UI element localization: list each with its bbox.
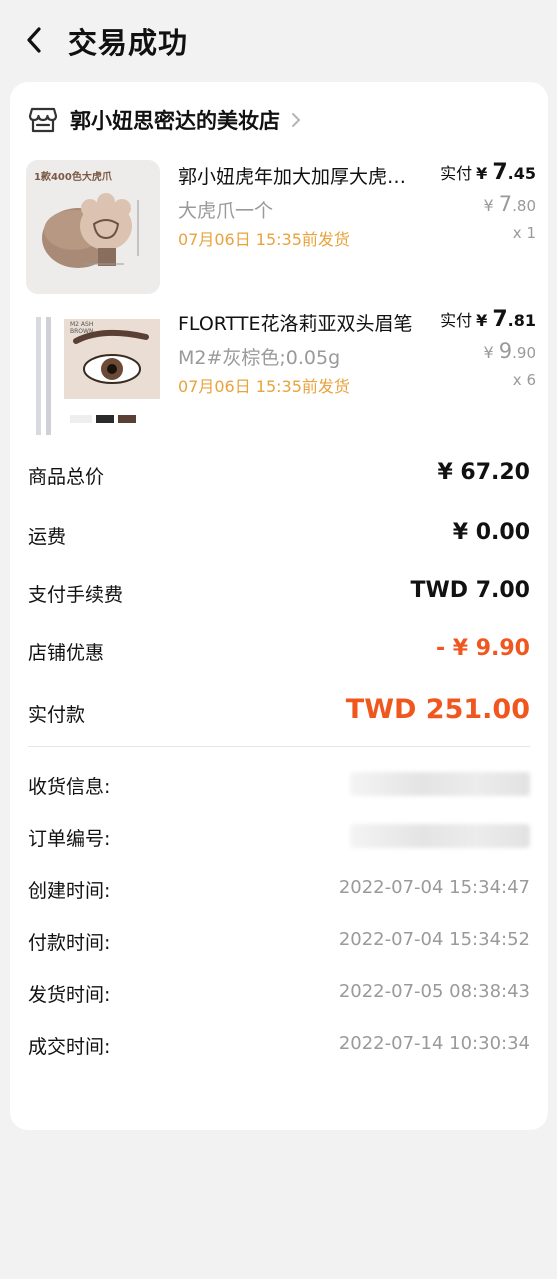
shipped-time-row: 发货时间: 2022-07-05 08:38:43: [28, 981, 530, 1006]
original-price: ¥ 9.90: [483, 339, 536, 363]
redacted-address: [350, 772, 530, 796]
divider: [28, 746, 530, 747]
thumbnail-caption: 1款400色大虎爪: [34, 172, 112, 183]
order-number-row[interactable]: 订单编号:: [28, 820, 530, 856]
created-time-row: 创建时间: 2022-07-04 15:34:47: [28, 877, 530, 902]
back-button[interactable]: [18, 24, 50, 56]
item-title: FLORTTE花洛莉亚双头眉笔: [178, 313, 413, 335]
shipping-info-row[interactable]: 收货信息:: [28, 768, 530, 804]
payment-fee-row: 支付手续费 TWD 7.00: [28, 578, 530, 606]
thumbnail-caption: M2 ASH BROWN: [70, 321, 94, 335]
order-card: 郭小妞思密达的美妆店 1款400色大虎爪 郭小妞虎年加大加厚大虎爪美妆蛋: [10, 82, 548, 1130]
item-spec: M2#灰棕色;0.05g: [178, 347, 341, 369]
product-thumbnail[interactable]: M2 ASH BROWN: [26, 307, 160, 441]
actual-price: 实付 ¥ 7.45: [440, 160, 536, 185]
product-thumbnail[interactable]: 1款400色大虎爪: [26, 160, 160, 294]
order-item[interactable]: M2 ASH BROWN FLORTTE花洛莉亚双头眉笔 M2#灰棕色;0.05…: [26, 307, 536, 441]
shop-discount-row: 店铺优惠 - ¥ 9.90: [28, 636, 530, 664]
chevron-right-icon: [292, 113, 301, 127]
shop-name: 郭小妞思密达的美妆店: [70, 109, 280, 133]
created-time-value: 2022-07-04 15:34:47: [338, 877, 530, 898]
order-item[interactable]: 1款400色大虎爪 郭小妞虎年加大加厚大虎爪美妆蛋 大虎爪一个 07月06日 1…: [26, 160, 536, 294]
goods-total-value: ¥ 67.20: [437, 460, 530, 485]
payment-fee-value: TWD 7.00: [410, 578, 530, 603]
amount-paid-row: 实付款 TWD 251.00: [28, 694, 530, 726]
redacted-order-number: [350, 824, 530, 848]
shipping-value: ¥ 0.00: [452, 520, 530, 545]
shop-link[interactable]: 郭小妞思密达的美妆店: [28, 102, 302, 138]
ship-deadline: 07月06日 15:35前发货: [178, 377, 350, 396]
shipping-row: 运费 ¥ 0.00: [28, 520, 530, 548]
item-quantity: x 1: [512, 224, 536, 242]
shop-discount-value: - ¥ 9.90: [435, 636, 530, 661]
amount-paid-value: TWD 251.00: [345, 694, 530, 725]
payment-time-value: 2022-07-04 15:34:52: [338, 929, 530, 950]
actual-price: 实付 ¥ 7.81: [440, 307, 536, 332]
item-spec: 大虎爪一个: [178, 200, 274, 222]
ship-deadline: 07月06日 15:35前发货: [178, 230, 350, 249]
shipped-time-value: 2022-07-05 08:38:43: [338, 981, 530, 1002]
original-price: ¥ 7.80: [483, 192, 536, 216]
chevron-left-icon: [27, 27, 41, 53]
completed-time-row: 成交时间: 2022-07-14 10:30:34: [28, 1033, 530, 1058]
completed-time-value: 2022-07-14 10:30:34: [338, 1033, 530, 1054]
page-title: 交易成功: [68, 26, 189, 60]
payment-time-row: 付款时间: 2022-07-04 15:34:52: [28, 929, 530, 954]
store-icon: [28, 107, 58, 133]
top-bar: 交易成功: [0, 0, 557, 82]
item-title: 郭小妞虎年加大加厚大虎爪美妆蛋: [178, 166, 413, 188]
goods-total-row: 商品总价 ¥ 67.20: [28, 460, 530, 488]
item-quantity: x 6: [512, 371, 536, 389]
